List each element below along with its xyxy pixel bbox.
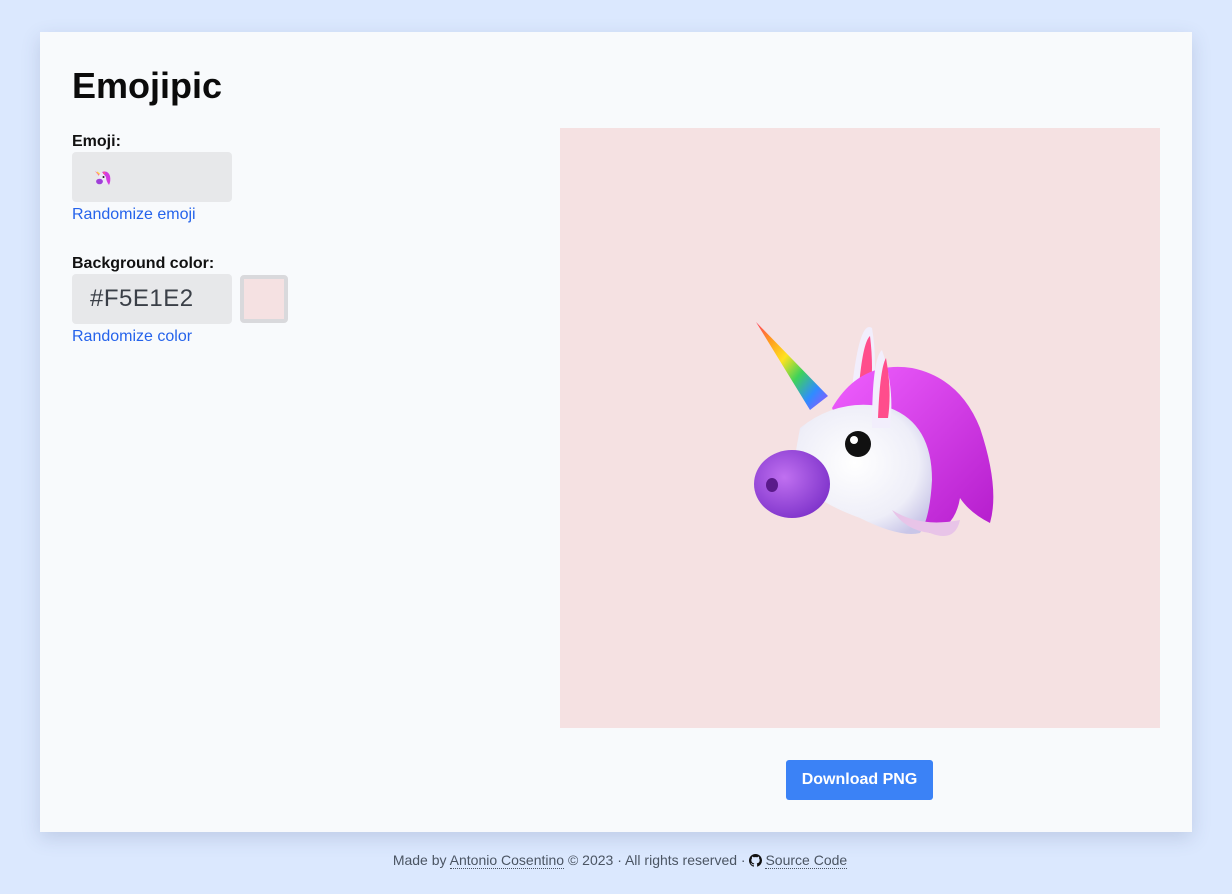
color-picker-swatch[interactable] <box>240 275 288 323</box>
randomize-emoji-link[interactable]: Randomize emoji <box>72 205 196 225</box>
footer-made-by: Made by <box>392 852 447 868</box>
source-code-link[interactable]: Source Code <box>765 852 848 869</box>
footer: Made by Antonio Cosentino © 2023 · All r… <box>0 850 1232 872</box>
unicorn-emoji-icon <box>754 322 994 537</box>
emoji-input[interactable] <box>72 152 232 202</box>
download-png-button[interactable]: Download PNG <box>786 760 933 800</box>
main-card: Emojipic Emoji: Randomize emoji Backgrou… <box>40 32 1192 832</box>
color-swatch-fill <box>244 279 284 319</box>
background-color-label: Background color: <box>72 255 215 272</box>
github-icon <box>749 852 763 872</box>
author-link[interactable]: Antonio Cosentino <box>449 852 565 869</box>
randomize-color-link[interactable]: Randomize color <box>72 327 192 347</box>
footer-copyright: © 2023 · All rights reserved · <box>567 852 746 868</box>
emoji-preview-canvas <box>560 128 1160 728</box>
emoji-input-unicorn-icon <box>95 171 111 185</box>
page-title: Emojipic <box>72 65 223 106</box>
emoji-field-label: Emoji: <box>72 133 121 150</box>
color-hex-input[interactable]: #F5E1E2 <box>72 274 232 324</box>
